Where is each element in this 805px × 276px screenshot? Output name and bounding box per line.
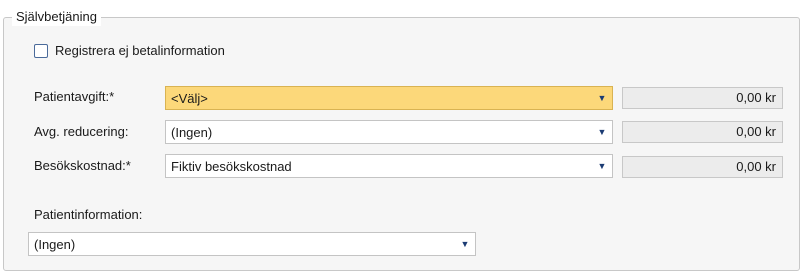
chevron-down-icon[interactable]: ▼ <box>592 127 612 137</box>
visit-cost-value: Fiktiv besökskostnad <box>171 158 292 174</box>
patient-fee-select[interactable]: <Välj> ▼ <box>165 86 613 110</box>
fee-reduction-amount: 0,00 kr <box>622 121 783 143</box>
fee-reduction-select[interactable]: (Ingen) ▼ <box>165 120 613 144</box>
chevron-down-icon[interactable]: ▼ <box>592 93 612 103</box>
patient-info-label: Patientinformation: <box>34 207 143 222</box>
visit-cost-select[interactable]: Fiktiv besökskostnad ▼ <box>165 154 613 178</box>
patient-fee-label: Patientavgift:* <box>34 89 115 104</box>
patient-info-value: (Ingen) <box>34 236 76 252</box>
visit-cost-amount: 0,00 kr <box>622 156 783 178</box>
patient-info-select[interactable]: (Ingen) ▼ <box>28 232 476 256</box>
no-payment-info-label[interactable]: Registrera ej betalinformation <box>55 43 225 59</box>
no-payment-info-checkbox[interactable] <box>34 44 48 58</box>
patient-fee-value: <Välj> <box>171 90 208 106</box>
chevron-down-icon[interactable]: ▼ <box>455 239 475 249</box>
patient-fee-amount: 0,00 kr <box>622 87 783 109</box>
visit-cost-label: Besökskostnad:* <box>34 158 131 173</box>
chevron-down-icon[interactable]: ▼ <box>592 161 612 171</box>
fee-reduction-value: (Ingen) <box>171 124 213 140</box>
no-payment-info-checkbox-row[interactable]: Registrera ej betalinformation <box>34 43 225 59</box>
fee-reduction-label: Avg. reducering: <box>34 124 129 139</box>
fieldset-legend: Självbetjäning <box>12 8 101 26</box>
